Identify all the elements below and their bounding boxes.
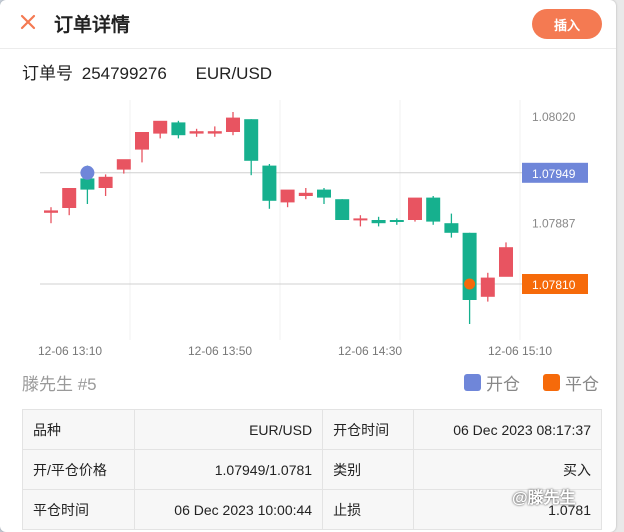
candle bbox=[353, 215, 368, 227]
candle-body bbox=[62, 188, 77, 208]
table-cell: 类别 bbox=[322, 449, 415, 490]
candle-body bbox=[371, 220, 386, 224]
close-swatch bbox=[543, 374, 560, 391]
table-cell: 品种 bbox=[21, 409, 136, 450]
candle-body bbox=[462, 232, 477, 300]
candle-body bbox=[317, 189, 331, 198]
candle bbox=[135, 132, 149, 163]
candle bbox=[408, 197, 422, 222]
candle-body bbox=[298, 192, 313, 196]
dialog-header: 订单详情 插入 bbox=[0, 0, 616, 49]
candle bbox=[207, 126, 222, 137]
candle-body bbox=[335, 199, 350, 220]
table-cell: 06 Dec 2023 08:17:37 bbox=[413, 409, 602, 450]
candle-body bbox=[116, 159, 131, 170]
candle-body bbox=[353, 218, 368, 221]
candle bbox=[153, 120, 168, 139]
order-summary: 订单号 254799276 EUR/USD bbox=[22, 59, 276, 84]
candle bbox=[116, 159, 131, 174]
candle bbox=[335, 199, 350, 220]
table-cell: 开仓时间 bbox=[322, 409, 415, 450]
order-symbol: EUR/USD bbox=[195, 64, 273, 83]
x-tick-label: 12-06 14:30 bbox=[338, 344, 402, 358]
open-swatch bbox=[464, 374, 481, 391]
candle bbox=[280, 189, 295, 208]
candle bbox=[317, 188, 331, 204]
account-owner: 滕先生 #5 bbox=[22, 375, 97, 394]
close-marker bbox=[464, 278, 476, 290]
table-cell: 止损 bbox=[322, 489, 415, 530]
order-detail-dialog: 订单详情 插入 订单号 254799276 EUR/USD 1.08020 1.0… bbox=[0, 0, 616, 532]
x-tick-label: 12-06 13:50 bbox=[188, 344, 252, 358]
y-tick-label: 1.07887 bbox=[532, 216, 576, 230]
table-cell: EUR/USD bbox=[134, 409, 324, 450]
order-number-label: 订单号 bbox=[22, 64, 73, 83]
table-cell: 06 Dec 2023 10:00:44 bbox=[134, 489, 324, 530]
candle bbox=[389, 218, 404, 225]
candle-body bbox=[80, 178, 95, 190]
candle-body bbox=[171, 122, 186, 136]
legend-close-label: 平仓 bbox=[565, 375, 599, 394]
candle bbox=[262, 164, 277, 209]
candle-body bbox=[207, 131, 222, 134]
candle-body bbox=[499, 247, 513, 277]
candle bbox=[462, 232, 477, 324]
candle-body bbox=[262, 165, 277, 201]
candle-body bbox=[189, 131, 204, 134]
candle-body bbox=[153, 120, 168, 134]
open-price-tag-label: 1.07949 bbox=[532, 167, 576, 181]
candle bbox=[62, 188, 77, 216]
table-cell: 开/平仓价格 bbox=[21, 449, 136, 490]
candle bbox=[480, 272, 495, 302]
x-tick-label: 12-06 15:10 bbox=[488, 344, 552, 358]
legend-open: 开仓 bbox=[464, 370, 520, 395]
candle-body bbox=[389, 220, 404, 222]
candle bbox=[44, 207, 58, 224]
candle-body bbox=[280, 189, 295, 203]
candle bbox=[244, 119, 259, 176]
close-price-tag-label: 1.07810 bbox=[532, 278, 576, 292]
candle-body bbox=[480, 277, 495, 297]
y-tick-label: 1.08020 bbox=[532, 110, 576, 124]
open-marker bbox=[80, 165, 95, 180]
candle-body bbox=[44, 210, 58, 213]
candle bbox=[444, 213, 459, 238]
close-icon[interactable] bbox=[16, 10, 40, 34]
candle bbox=[171, 120, 186, 139]
price-chart[interactable]: 1.08020 1.07887 1.07949 1.07810 12-06 13:10… bbox=[0, 90, 616, 370]
candle bbox=[371, 216, 386, 227]
candle bbox=[226, 112, 240, 136]
candle-body bbox=[226, 117, 240, 132]
table-cell: 平仓时间 bbox=[21, 489, 136, 530]
watermark: @滕先生 bbox=[512, 490, 576, 507]
legend-open-label: 开仓 bbox=[486, 375, 520, 394]
candle-body bbox=[98, 176, 113, 188]
candle-body bbox=[135, 132, 149, 150]
dialog-title: 订单详情 bbox=[54, 15, 131, 36]
candle bbox=[499, 242, 513, 277]
legend-close: 平仓 bbox=[543, 370, 599, 395]
table-cell: 1.07949/1.0781 bbox=[134, 449, 324, 490]
table-row: 品种 EUR/USD 开仓时间 06 Dec 2023 08:17:37 bbox=[21, 409, 602, 450]
insert-button[interactable]: 插入 bbox=[532, 9, 602, 39]
candle bbox=[298, 188, 313, 200]
candle-body bbox=[444, 223, 459, 233]
x-tick-label: 12-06 13:10 bbox=[38, 344, 102, 358]
order-info-table: 品种 EUR/USD 开仓时间 06 Dec 2023 08:17:37 开/平… bbox=[21, 409, 602, 530]
candle-body bbox=[426, 197, 441, 222]
candle-body bbox=[244, 119, 259, 161]
candle-body bbox=[408, 197, 422, 220]
order-number: 254799276 bbox=[81, 64, 167, 83]
candle bbox=[426, 196, 441, 225]
candle bbox=[98, 174, 113, 196]
candle bbox=[189, 128, 204, 137]
